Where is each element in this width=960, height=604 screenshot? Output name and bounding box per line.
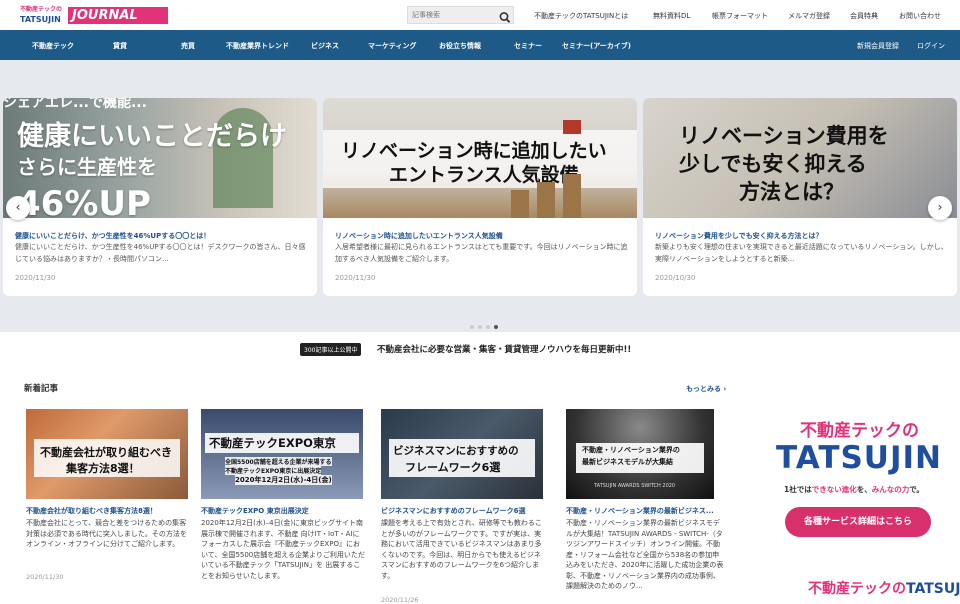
search-button[interactable]	[498, 9, 512, 23]
article-image: 不動産会社が取り組むべき 集客方法8選！	[26, 409, 188, 499]
article-image-text: 不動産・リノベーション業界の	[582, 446, 680, 454]
article-count-badge: 300記事以上公開中	[300, 343, 362, 356]
article-image-text: 2020年12月2日(水)-4日(金)	[235, 475, 332, 485]
chevron-left-icon: ‹	[15, 200, 21, 214]
slider-dot[interactable]	[478, 325, 482, 329]
slider-card-image-text: 少しでも安く抑える	[679, 152, 867, 176]
article-image-text: 最新ビジネスモデルが大集結	[582, 458, 673, 466]
slider-card-date: 2020/11/30	[15, 274, 56, 282]
slider-card-image-text: 方法とは？	[739, 180, 844, 204]
article-image: ビジネスマンにおすすめの フレームワーク6選	[381, 409, 543, 499]
nav-item-rental[interactable]: 賃貸	[113, 41, 127, 51]
logo-tatsujin-text: TATSUJIN	[20, 15, 61, 24]
more-link[interactable]: もっとみる ›	[686, 384, 726, 394]
site-logo[interactable]: 不動産テックの TATSUJIN JOURNAL	[20, 6, 168, 26]
slider-dot[interactable]	[486, 325, 490, 329]
nav-item-sales[interactable]: 売買	[181, 41, 195, 51]
toplink-contact[interactable]: お問い合わせ	[899, 11, 941, 21]
article-card[interactable]: 不動産会社が取り組むべき 集客方法8選！ 不動産会社が取り組むべき集客方法8選！…	[26, 409, 190, 581]
slider-card[interactable]: リノベーション費用を 少しでも安く抑える 方法とは？ リノベーション費用を少しで…	[643, 98, 957, 296]
search-box	[407, 6, 514, 24]
article-desc: 不動産会社にとって、競合と差をつけるための集客対策は必須である時代に突入しました…	[26, 519, 187, 548]
article-card[interactable]: 不動産テックEXPO東京 全国5500店舗を超える企業が来場する 不動産テックE…	[201, 409, 365, 604]
article-image-text: 不動産テックEXPO東京	[209, 436, 336, 450]
article-desc: 課題を考える上で有効とされ、研修等でも教わることが多いのがフレームワークです。で…	[381, 519, 542, 580]
slider-card-image: リノベーション費用を 少しでも安く抑える 方法とは？	[643, 98, 957, 218]
nav-item-seminar-archive[interactable]: セミナー(アーカイブ)	[562, 41, 631, 51]
nav-item-marketing[interactable]: マーケティング	[368, 41, 416, 51]
toplink-about[interactable]: 不動産テックのTATSUJINとは	[534, 11, 628, 21]
article-title[interactable]: ビジネスマンにおすすめのフレームワーク6選	[381, 506, 545, 516]
slider-card-title[interactable]: リノベーション費用を少しでも安く抑える方法とは？	[655, 231, 950, 241]
services-button[interactable]: 各種サービス詳細はこちら	[785, 507, 931, 537]
featured-slider: シェアエレ...で機能... 健康にいいことだらけ さらに生産性を 46%UP …	[0, 60, 960, 332]
sidebar-tagline: 1社ではできない進化を、みんなの力で。	[784, 485, 924, 494]
toplink-download[interactable]: 無料資料DL	[653, 11, 690, 21]
nav-item-seminar[interactable]: セミナー	[514, 41, 542, 51]
article-desc: 不動産・リノベーション業界の最新ビジネスモデルが大集結！TATSUJIN AWA…	[566, 519, 724, 590]
article-image-text: TATSUJIN AWARDS SWITCH 2020	[594, 483, 676, 489]
nav-item-useful-info[interactable]: お役立ち情報	[439, 41, 481, 51]
slider-card-title[interactable]: 健康にいいことだらけ、かつ生産性を46%UPする〇〇とは！	[15, 231, 310, 241]
slider-card-image-text: リノベーション時に追加したい	[341, 140, 607, 162]
main-nav: 不動産テック 賃貸 売買 不動産業界トレンド ビジネス マーケティング お役立ち…	[0, 30, 960, 60]
slider-card[interactable]: シェアエレ...で機能... 健康にいいことだらけ さらに生産性を 46%UP …	[3, 98, 317, 296]
register-link[interactable]: 新規会員登録	[857, 41, 899, 51]
slider-card-desc: 新築よりも安く理想の住まいを実現できると最近話題になっているリノベーション。しか…	[655, 243, 948, 263]
article-image: 不動産テックEXPO東京 全国5500店舗を超える企業が来場する 不動産テックE…	[201, 409, 363, 499]
nav-item-realestate-tech[interactable]: 不動産テック	[32, 41, 74, 51]
search-input[interactable]	[412, 9, 492, 22]
login-link[interactable]: ログイン	[917, 41, 945, 51]
section-heading: 新着記事	[24, 384, 59, 394]
top-bar: 不動産テックの TATSUJIN JOURNAL 不動産テックのTATSUJIN…	[0, 0, 960, 30]
article-date: 2020/11/30	[26, 573, 64, 581]
slider-card-desc: 入居希望者様に最初に見られるエントランスはとても重要です。今回はリノベーション時…	[335, 243, 628, 263]
slider-card-image: リノベーション時に追加したい エントランス人気設備	[323, 98, 637, 218]
search-icon	[499, 12, 511, 23]
slider-card-title[interactable]: リノベーション時に追加したいエントランス人気設備	[335, 231, 630, 241]
slider-card-image-text: シェアエレ...で機能...	[3, 98, 147, 111]
sidebar-brand: TATSUJIN	[776, 440, 942, 476]
article-image-text: ビジネスマンにおすすめの	[393, 445, 519, 457]
slider-card-date: 2020/10/30	[655, 274, 696, 282]
article-image-text: 不動産テックEXPO東京に出展決定	[225, 466, 322, 475]
slider-dot-active[interactable]	[494, 325, 498, 329]
chevron-right-icon: ›	[937, 200, 943, 214]
slider-card-desc: 健康にいいことだらけ、かつ生産性を46%UPする〇〇とは！デスクワークの皆さん、…	[15, 243, 306, 263]
sidebar-label: 不動産テックの	[800, 421, 919, 441]
article-image-text: 不動産会社が取り組むべき	[40, 446, 172, 459]
sidebar-bottom-logo[interactable]: 不動産テックのTATSUJIN	[808, 578, 960, 598]
slider-card-date: 2020/11/30	[335, 274, 376, 282]
article-card[interactable]: ビジネスマンにおすすめの フレームワーク6選 ビジネスマンにおすすめのフレームワ…	[381, 409, 545, 604]
slider-card[interactable]: リノベーション時に追加したい エントランス人気設備 リノベーション時に追加したい…	[323, 98, 637, 296]
article-card[interactable]: 不動産・リノベーション業界の 最新ビジネスモデルが大集結 TATSUJIN AW…	[566, 409, 730, 604]
article-image-text: フレームワーク6選	[405, 461, 501, 474]
toplink-member-benefits[interactable]: 会員特典	[850, 11, 878, 21]
slider-card-image-text: 46%UP	[17, 184, 151, 218]
nav-item-business[interactable]: ビジネス	[311, 41, 339, 51]
article-image-text: 集客方法8選！	[66, 462, 140, 475]
slider-next-button[interactable]: ›	[928, 196, 952, 220]
announcement-text: 不動産会社に必要な営業・集客・賃貸管理ノウハウを毎日更新中!!	[377, 345, 632, 355]
slider-card-image: シェアエレ...で機能... 健康にいいことだらけ さらに生産性を 46%UP	[3, 98, 317, 218]
slider-card-image-text: リノベーション費用を	[679, 124, 889, 148]
article-desc: 2020年12月2日(水)–4日(金)に東京ビッグサイト南展示棟で開催されます、…	[201, 519, 365, 580]
article-date: 2020/11/26	[381, 596, 419, 604]
toplink-newsletter[interactable]: メルマガ登録	[788, 11, 830, 21]
slider-card-image-text: 健康にいいことだらけ	[17, 121, 287, 152]
slider-prev-button[interactable]: ‹	[6, 196, 30, 220]
logo-small-text: 不動産テックの	[20, 6, 63, 13]
article-image: 不動産・リノベーション業界の 最新ビジネスモデルが大集結 TATSUJIN AW…	[566, 409, 714, 499]
toplink-forms[interactable]: 帳票フォーマット	[712, 11, 768, 21]
slider-dot[interactable]	[470, 325, 474, 329]
article-title[interactable]: 不動産・リノベーション業界の最新ビジネス...	[566, 506, 730, 516]
logo-journal-text: JOURNAL	[68, 7, 168, 24]
article-title[interactable]: 不動産テックEXPO 東京出展決定	[201, 506, 365, 516]
nav-item-trends[interactable]: 不動産業界トレンド	[226, 41, 289, 51]
article-title[interactable]: 不動産会社が取り組むべき集客方法8選！	[26, 506, 190, 516]
article-image-text: 全国5500店舗を超える企業が来場する	[225, 457, 332, 466]
slider-card-image-text: さらに生産性を	[17, 155, 157, 179]
slider-pagination	[468, 314, 500, 333]
